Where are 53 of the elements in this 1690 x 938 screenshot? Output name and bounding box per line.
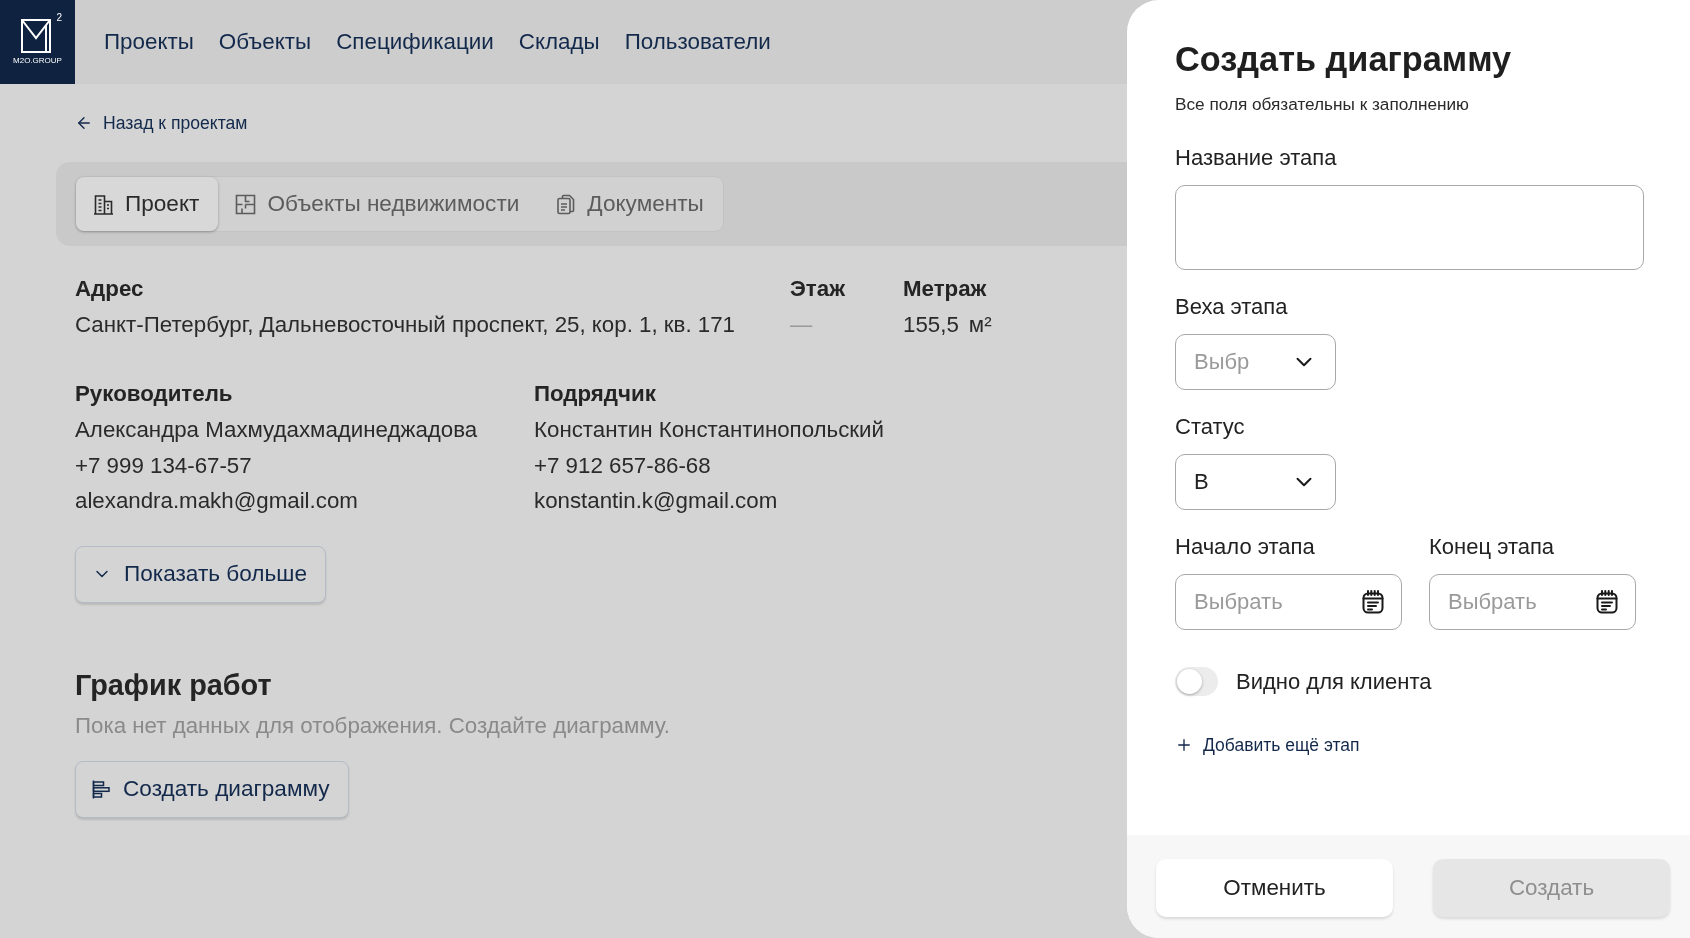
field-label: Веха этапа — [1175, 294, 1288, 320]
contact-phone: +7 999 134-67-57 — [75, 451, 252, 480]
add-stage-link[interactable]: Добавить ещё этап — [1175, 734, 1360, 756]
empty-state-text: Пока нет данных для отображения. Создайте диаграмму. — [75, 711, 670, 740]
detail-label: Этаж — [790, 275, 845, 303]
nav-link[interactable]: Пользователи — [624, 28, 771, 56]
logo-tile[interactable]: 2 M2O.GROUP — [0, 0, 75, 84]
nav-link[interactable]: Склады — [518, 28, 600, 56]
calendar-icon — [1596, 590, 1618, 614]
panel-title: Создать диаграмму — [1175, 39, 1512, 79]
panel-subtitle: Все поля обязательны к заполнению — [1175, 94, 1469, 114]
contact-email: alexandra.makh@gmail.com — [75, 487, 358, 515]
contact-email: konstantin.k@gmail.com — [534, 487, 778, 515]
detail-value: Санкт-Петербург, Дальневосточный проспект, 25, кор. 1, кв. 171 — [75, 311, 735, 339]
field-label: Начало этапа — [1175, 534, 1315, 560]
contact-phone: +7 912 657-86-68 — [534, 451, 711, 480]
nav-link[interactable]: Спецификации — [336, 28, 494, 56]
toggle-switch[interactable] — [1175, 667, 1218, 696]
logo-caption: M2O.GROUP — [13, 56, 62, 65]
nav-link[interactable]: Объекты — [218, 28, 312, 56]
building-icon — [93, 193, 114, 215]
field-label: Статус — [1175, 414, 1245, 440]
create-chart-button[interactable]: Создать диаграмму — [75, 760, 349, 818]
show-more-button[interactable]: Показать больше — [75, 545, 326, 603]
contact-role: Подрядчик — [534, 380, 656, 408]
cancel-button[interactable]: Отменить — [1156, 859, 1393, 917]
bar-chart-icon — [92, 779, 111, 799]
contact-name: Александра Махмудахмадинеджадова — [75, 416, 478, 444]
tab[interactable]: Документы — [538, 177, 723, 231]
field-label: Название этапа — [1175, 145, 1337, 171]
text-input-field[interactable] — [1175, 185, 1644, 270]
contact-role: Руководитель — [75, 380, 233, 408]
floor-plan-icon — [235, 193, 257, 215]
detail-label: Адрес — [75, 275, 144, 303]
back-link[interactable]: Назад к проектам — [75, 111, 248, 135]
tab[interactable]: Проект — [76, 177, 219, 231]
detail-label: Метраж — [903, 275, 987, 303]
toggle-label: Видно для клиента — [1236, 668, 1432, 695]
contact-name: Константин Константинопольский — [534, 416, 885, 444]
date-field[interactable]: Выбрать — [1429, 574, 1636, 630]
detail-value: 155,5 — [903, 311, 959, 339]
detail-unit: м² — [968, 311, 992, 339]
calendar-icon — [1362, 590, 1384, 614]
tab[interactable]: Объекты недвижимости — [218, 177, 539, 231]
logo-superscript: 2 — [56, 13, 62, 23]
section-title: График работ — [75, 667, 272, 703]
detail-value: — — [790, 311, 813, 339]
date-field[interactable]: Выбрать — [1175, 574, 1402, 630]
plus-icon — [1175, 736, 1193, 754]
nav-link[interactable]: Проекты — [104, 28, 194, 56]
field-label: Конец этапа — [1429, 534, 1555, 560]
select-field[interactable]: В — [1175, 454, 1336, 510]
documents-icon — [555, 193, 577, 215]
